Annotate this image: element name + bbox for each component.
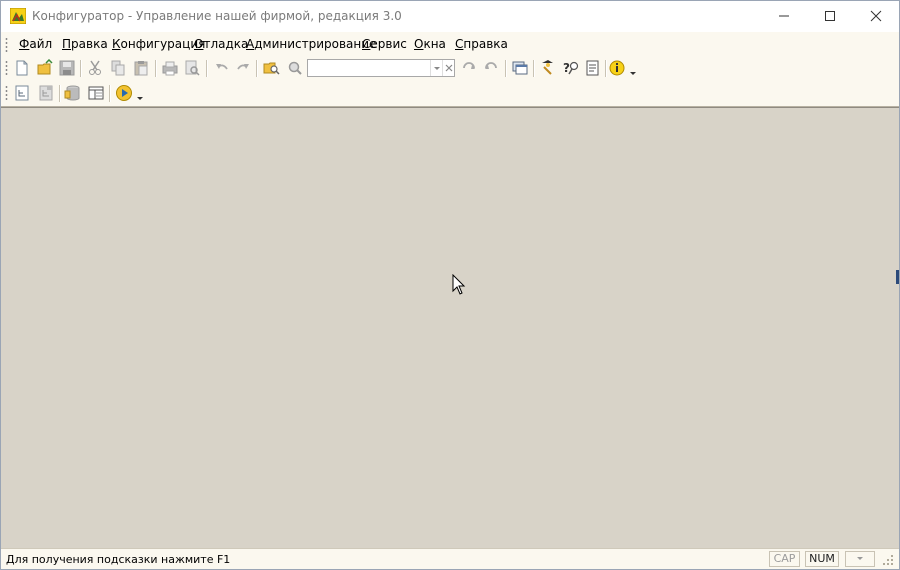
- database-button[interactable]: [64, 84, 82, 102]
- help-contents-button[interactable]: [584, 59, 602, 77]
- menu-service[interactable]: Сервис: [362, 37, 407, 51]
- windows-icon: [512, 61, 528, 75]
- window-title: Конфигуратор - Управление нашей фирмой, …: [32, 9, 402, 23]
- scroll-indicator: [896, 270, 899, 284]
- toolbar-separator: [59, 85, 61, 102]
- search-input[interactable]: [310, 61, 428, 75]
- clear-icon: [445, 64, 453, 72]
- close-icon: [870, 10, 882, 22]
- save-icon: [59, 60, 75, 76]
- open-config-icon: [15, 85, 29, 101]
- open-db-config-button[interactable]: [37, 84, 55, 102]
- close-button[interactable]: [853, 1, 899, 31]
- windows-button[interactable]: [511, 59, 529, 77]
- new-document-icon: [16, 60, 28, 76]
- paste-button[interactable]: [132, 59, 150, 77]
- status-bar: Для получения подсказки нажмите F1 CAP N…: [1, 548, 899, 569]
- maximize-button[interactable]: [807, 1, 853, 31]
- wizard-button[interactable]: [539, 59, 557, 77]
- standard-toolbar: ?: [1, 56, 899, 81]
- copy-button[interactable]: [109, 59, 127, 77]
- menu-configuration[interactable]: Конфигурация: [112, 37, 205, 51]
- print-button[interactable]: [161, 59, 179, 77]
- chevron-down-icon: [630, 72, 636, 75]
- search-clear-button[interactable]: [442, 60, 455, 76]
- minimize-button[interactable]: [761, 1, 807, 31]
- mouse-cursor-icon: [452, 274, 466, 295]
- toolbar-separator: [155, 60, 157, 77]
- menu-grip[interactable]: [5, 37, 8, 52]
- undo-icon: [216, 64, 228, 70]
- search-prev-icon: [485, 62, 497, 69]
- menu-bar: Файл Правка Конфигурация Отладка Админис…: [1, 32, 899, 56]
- new-button[interactable]: [13, 59, 31, 77]
- copy-icon: [111, 60, 125, 76]
- find-in-tree-button[interactable]: [263, 59, 281, 77]
- info-icon: [609, 60, 625, 76]
- chevron-down-icon: [137, 97, 143, 100]
- menu-help[interactable]: Справка: [455, 37, 508, 51]
- mdi-workspace[interactable]: [1, 107, 899, 548]
- module-icon: [88, 86, 104, 100]
- caps-lock-indicator: CAP: [769, 551, 800, 567]
- menu-debug[interactable]: Отладка: [194, 37, 248, 51]
- open-db-config-icon: [39, 85, 53, 101]
- help-search-icon: ?: [563, 61, 579, 75]
- minimize-icon: [779, 15, 789, 17]
- print-icon: [162, 61, 178, 76]
- wizard-icon: [542, 60, 553, 75]
- menu-windows[interactable]: Окна: [414, 37, 446, 51]
- menu-file[interactable]: Файл: [19, 37, 52, 51]
- open-config-button[interactable]: [13, 84, 31, 102]
- cut-icon: [89, 60, 101, 75]
- toolbar-separator: [505, 60, 507, 77]
- chevron-down-icon: [857, 557, 863, 560]
- toolbar-separator: [80, 60, 82, 77]
- open-button[interactable]: [36, 58, 54, 77]
- toolbar-separator: [605, 60, 607, 77]
- toolbar-separator: [533, 60, 535, 77]
- help-contents-icon: [586, 60, 599, 76]
- toolbar-separator: [256, 60, 258, 77]
- save-button[interactable]: [58, 59, 76, 77]
- toolbar-overflow-button[interactable]: [628, 59, 638, 77]
- status-hint: Для получения подсказки нажмите F1: [6, 553, 231, 566]
- toolbar-separator: [109, 85, 111, 102]
- print-preview-icon: [185, 60, 200, 76]
- debug-dropdown-button[interactable]: [135, 84, 145, 102]
- search-next-icon: [463, 62, 475, 69]
- open-folder-icon: [37, 58, 53, 75]
- cut-button[interactable]: [86, 59, 104, 77]
- print-preview-button[interactable]: [183, 59, 201, 77]
- redo-button[interactable]: [234, 59, 252, 77]
- resize-grip-icon[interactable]: [879, 553, 895, 567]
- toolbar-separator: [206, 60, 208, 77]
- configurator-window: Конфигуратор - Управление нашей фирмой, …: [0, 0, 900, 570]
- undo-button[interactable]: [213, 59, 231, 77]
- info-button[interactable]: [608, 59, 626, 77]
- title-bar[interactable]: Конфигуратор - Управление нашей фирмой, …: [1, 1, 899, 32]
- toolbar-grip[interactable]: [5, 85, 8, 102]
- start-debugging-button[interactable]: [115, 84, 133, 102]
- search-prev-button[interactable]: [482, 59, 500, 77]
- maximize-icon: [825, 11, 835, 21]
- search-combobox[interactable]: [307, 59, 455, 77]
- help-search-button[interactable]: ?: [562, 59, 580, 77]
- menu-administration[interactable]: Администрирование: [246, 37, 376, 51]
- configuration-toolbar: [1, 81, 899, 106]
- search-button[interactable]: [286, 59, 304, 77]
- menu-edit[interactable]: Правка: [62, 37, 108, 51]
- paste-icon: [134, 61, 148, 76]
- num-lock-indicator: NUM: [805, 551, 839, 567]
- find-in-tree-icon: [263, 62, 280, 75]
- toolbar-grip[interactable]: [5, 60, 8, 77]
- 1c-logo-icon: [10, 8, 26, 24]
- search-icon: [288, 61, 302, 75]
- database-icon: [64, 85, 80, 101]
- search-next-button[interactable]: [460, 59, 478, 77]
- module-button[interactable]: [87, 84, 105, 102]
- status-dropdown[interactable]: [845, 551, 875, 567]
- start-debugging-icon: [116, 85, 132, 101]
- redo-icon: [237, 64, 249, 70]
